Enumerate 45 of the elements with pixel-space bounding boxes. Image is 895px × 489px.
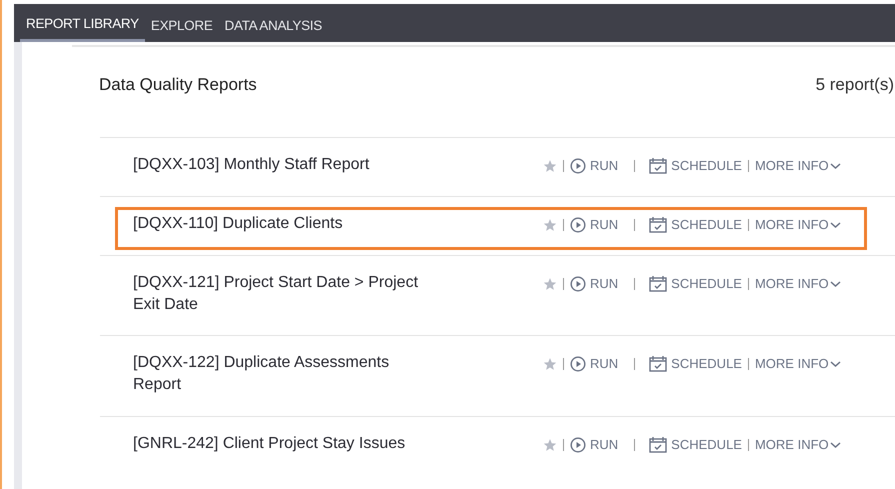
report-title[interactable]: [GNRL-242] Client Project Stay Issues [133, 433, 433, 455]
schedule-button[interactable]: SCHEDULE [649, 354, 742, 374]
star-icon[interactable] [543, 218, 557, 232]
schedule-button[interactable]: SCHEDULE [649, 156, 742, 176]
run-button[interactable]: RUN [570, 354, 618, 374]
more-info-button[interactable]: MORE INFO [754, 354, 841, 374]
star-icon[interactable] [543, 438, 557, 452]
chevron-down-icon [830, 280, 841, 288]
run-button[interactable]: RUN [570, 215, 618, 234]
play-icon [570, 216, 586, 233]
calendar-icon [649, 275, 668, 292]
schedule-button[interactable]: SCHEDULE [649, 215, 742, 234]
section-title: Data Quality Reports [99, 74, 257, 96]
more-info-button[interactable]: MORE INFO [754, 274, 841, 294]
calendar-icon [649, 216, 668, 234]
calendar-icon [649, 436, 668, 454]
report-title[interactable]: [DQXX-103] Monthly Staff Report [133, 154, 433, 176]
nav-tab[interactable]: REPORT LIBRARY [20, 4, 145, 42]
schedule-button[interactable]: SCHEDULE [649, 435, 742, 454]
run-button[interactable]: RUN [570, 156, 618, 176]
report-count: 5 report(s) [816, 74, 894, 96]
nav-tab[interactable]: EXPLORE [144, 4, 219, 42]
play-icon [570, 436, 586, 453]
nav-tab[interactable]: DATA ANALYSIS [218, 4, 328, 42]
play-icon [570, 276, 586, 292]
run-button[interactable]: RUN [570, 274, 618, 294]
more-info-button[interactable]: MORE INFO [754, 156, 841, 176]
chevron-down-icon [830, 162, 841, 170]
report-title[interactable]: [DQXX-110] Duplicate Clients [133, 213, 433, 235]
more-info-button[interactable]: MORE INFO [754, 215, 841, 234]
chevron-down-icon [830, 360, 841, 368]
calendar-icon [649, 355, 668, 372]
chevron-down-icon [830, 440, 841, 449]
schedule-button[interactable]: SCHEDULE [649, 274, 742, 294]
report-title[interactable]: [DQXX-121] Project Start Date > Project Exit Date [133, 272, 433, 316]
star-icon[interactable] [543, 356, 557, 371]
more-info-button[interactable]: MORE INFO [754, 435, 841, 454]
play-icon [570, 158, 586, 174]
calendar-icon [649, 157, 668, 174]
run-button[interactable]: RUN [570, 435, 618, 454]
star-icon[interactable] [543, 276, 557, 291]
play-icon [570, 356, 586, 372]
chevron-down-icon [830, 220, 841, 229]
report-title[interactable]: [DQXX-122] Duplicate Assessments Report [133, 352, 433, 396]
star-icon[interactable] [543, 158, 557, 173]
